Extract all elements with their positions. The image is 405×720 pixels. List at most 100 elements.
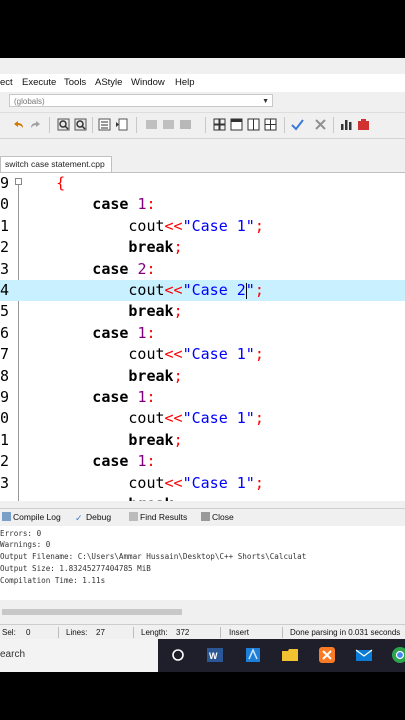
chrome-icon[interactable]: [390, 645, 405, 665]
redo-icon[interactable]: [29, 118, 42, 131]
tab-find-results[interactable]: Find Results: [129, 511, 187, 524]
status-length-label: Length:: [141, 628, 168, 637]
line-number: 8: [0, 366, 10, 385]
xampp-icon[interactable]: [317, 645, 337, 665]
task-view-icon[interactable]: [168, 645, 188, 665]
code-line[interactable]: 2 case 1:: [0, 451, 405, 472]
line-number: 2: [0, 238, 10, 257]
chart-icon[interactable]: [340, 118, 353, 131]
code-line[interactable]: 3 case 2:: [0, 259, 405, 280]
line-number: 3: [0, 259, 10, 278]
menu-tools[interactable]: Tools: [64, 77, 86, 88]
compile-run-icon[interactable]: [179, 118, 192, 131]
code-text: break;: [128, 301, 182, 322]
check-icon[interactable]: [291, 118, 304, 131]
unindent-icon[interactable]: [115, 118, 128, 131]
code-editor[interactable]: 9{0 case 1: 1 cout<<"Case 1"; 2 break; 3 case 2…: [0, 173, 405, 501]
status-separator: [133, 627, 134, 638]
code-line[interactable]: 1 break;: [0, 430, 405, 451]
code-token-op: :: [146, 452, 156, 471]
compile-icon[interactable]: [145, 118, 158, 131]
code-line-current[interactable]: 4 cout<<"Case 2";: [0, 280, 405, 302]
tab-compile-log-label: Compile Log: [13, 512, 61, 522]
close-icon: [201, 512, 210, 521]
code-token-op: ;: [173, 366, 183, 385]
text-caret: [245, 283, 247, 299]
line-number: 9: [0, 174, 10, 192]
cascade-icon[interactable]: [264, 118, 277, 131]
grid-icon[interactable]: [213, 118, 226, 131]
scrollbar-thumb[interactable]: [2, 609, 182, 615]
file-explorer-icon[interactable]: [280, 645, 300, 665]
code-token-op: ;: [173, 302, 183, 321]
code-text: break: [128, 494, 173, 501]
code-line[interactable]: 0 case 1:: [0, 194, 405, 215]
close-x-icon[interactable]: [314, 118, 327, 131]
code-token-op: :: [146, 195, 156, 214]
menu-bar: ect Execute Tools AStyle Window Help: [0, 74, 405, 92]
line-number: 1: [0, 430, 10, 449]
compile-log-icon: [2, 512, 11, 521]
find-icon[interactable]: [57, 118, 70, 131]
toolbar-separator: [205, 117, 206, 133]
code-line[interactable]: 9 case 1:: [0, 387, 405, 408]
debug-icon[interactable]: [357, 118, 370, 131]
code-text: cout<<"Case 1";: [128, 216, 263, 237]
code-token-kw: break: [128, 430, 174, 449]
status-separator: [58, 627, 59, 638]
line-number: 4: [0, 281, 10, 299]
tile-icon[interactable]: [247, 118, 260, 131]
window-icon[interactable]: [230, 118, 243, 131]
code-token-op: <<: [164, 473, 183, 492]
status-sel-value: 0: [26, 628, 31, 637]
globals-dropdown-value: (globals): [14, 97, 45, 106]
taskbar-search-text: earch: [0, 649, 26, 660]
code-token-op: ;: [254, 345, 264, 364]
menu-astyle[interactable]: AStyle: [95, 77, 122, 88]
code-token-id: cout: [128, 345, 165, 364]
menu-help[interactable]: Help: [175, 77, 195, 88]
tab-compile-log[interactable]: Compile Log: [2, 511, 61, 524]
editor-tab-bar: switch case statement.cpp: [0, 154, 405, 173]
line-number: 0: [0, 195, 10, 214]
code-token-op: :: [146, 388, 156, 406]
code-token-op: ;: [173, 238, 183, 257]
code-line[interactable]: 3 cout<<"Case 1";: [0, 473, 405, 494]
devcpp-icon[interactable]: [243, 645, 263, 665]
tab-switch-case-statement[interactable]: switch case statement.cpp: [0, 156, 112, 172]
code-line[interactable]: 8 break;: [0, 366, 405, 387]
code-text: case 1:: [92, 323, 155, 344]
code-line[interactable]: 6 case 1:: [0, 323, 405, 344]
code-text: break;: [128, 237, 182, 258]
word-icon[interactable]: W: [205, 645, 225, 665]
code-text: cout<<"Case 1";: [128, 344, 263, 365]
run-icon[interactable]: [162, 118, 175, 131]
code-token-kw: break: [128, 495, 173, 501]
menu-execute[interactable]: Execute: [22, 77, 56, 88]
toolbar-separator: [92, 117, 93, 133]
code-line[interactable]: 0 cout<<"Case 1";: [0, 408, 405, 429]
mail-icon[interactable]: [354, 645, 374, 665]
code-line[interactable]: break: [0, 494, 405, 501]
menu-window[interactable]: Window: [131, 77, 165, 88]
code-line[interactable]: 7 cout<<"Case 1";: [0, 344, 405, 365]
code-line[interactable]: 5 break;: [0, 301, 405, 322]
replace-icon[interactable]: [74, 118, 87, 131]
globals-dropdown[interactable]: (globals) ▼: [9, 94, 273, 107]
code-line[interactable]: 2 break;: [0, 237, 405, 258]
code-token-kw: break: [128, 366, 174, 385]
menu-project[interactable]: ect: [0, 77, 13, 88]
tab-close[interactable]: Close: [201, 511, 234, 524]
code-token-op: :: [146, 323, 156, 342]
code-line[interactable]: 9{: [0, 173, 405, 194]
code-text: break;: [128, 430, 182, 451]
code-line[interactable]: 1 cout<<"Case 1";: [0, 216, 405, 237]
undo-icon[interactable]: [12, 118, 25, 131]
tab-debug[interactable]: ✓ Debug: [75, 511, 111, 524]
devcpp-window: ect Execute Tools AStyle Window Help (gl…: [0, 58, 405, 672]
status-insert-mode: Insert: [229, 628, 250, 637]
toolbar-separator: [333, 117, 334, 133]
log-horizontal-scrollbar[interactable]: [0, 607, 405, 617]
taskbar-search[interactable]: earch: [0, 639, 158, 672]
indent-icon[interactable]: [98, 118, 111, 131]
